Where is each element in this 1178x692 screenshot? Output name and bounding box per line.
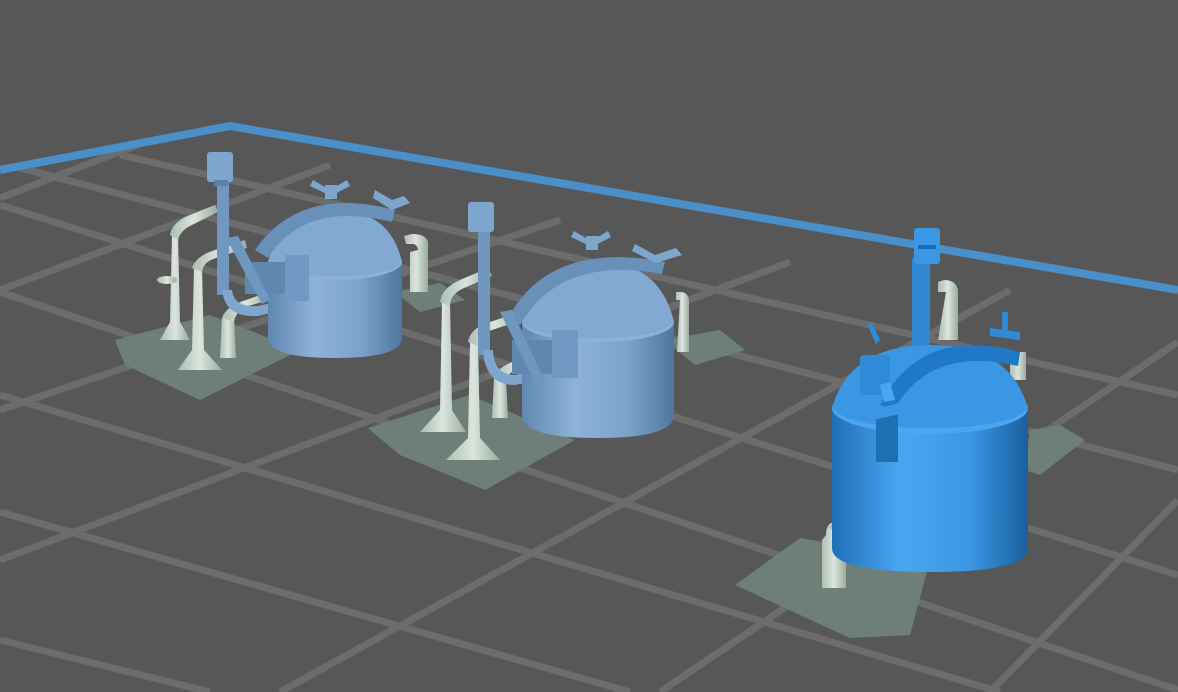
3d-viewport[interactable] bbox=[0, 0, 1178, 692]
raft bbox=[665, 330, 745, 365]
raft bbox=[1025, 425, 1085, 475]
pressure-vessel-model-1[interactable] bbox=[115, 152, 465, 400]
pressure-vessel-model-3[interactable] bbox=[735, 228, 1085, 638]
scene-canvas[interactable] bbox=[0, 0, 1178, 692]
